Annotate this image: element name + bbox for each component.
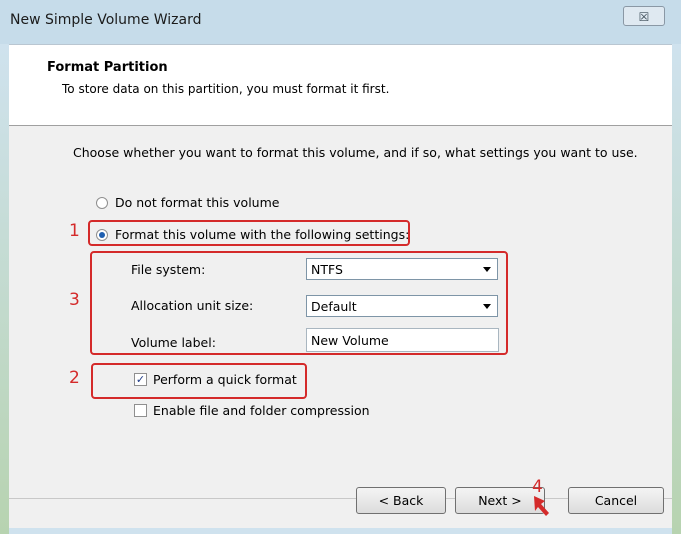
red-arrow-pointer-icon [534,496,549,516]
wizard-content: Format Partition To store data on this p… [9,44,672,528]
back-button[interactable]: < Back [356,487,446,514]
annotation-box-3 [90,251,508,355]
page-subtitle: To store data on this partition, you mus… [62,82,390,96]
annotation-box-1 [88,220,410,246]
title-bar: New Simple Volume Wizard ☒ [0,0,681,44]
close-button[interactable]: ☒ [623,6,665,26]
annotation-marker-2: 2 [69,368,80,388]
window-frame-left [0,44,9,534]
annotation-marker-3: 3 [69,290,80,310]
no-format-radio[interactable] [96,197,108,209]
cancel-button[interactable]: Cancel [568,487,664,514]
window-frame-right [672,44,681,534]
compression-label[interactable]: Enable file and folder compression [153,403,370,418]
page-title: Format Partition [47,60,168,75]
window-title: New Simple Volume Wizard [10,12,202,28]
wizard-header: Format Partition To store data on this p… [9,45,672,126]
annotation-marker-1: 1 [69,221,80,241]
close-icon: ☒ [638,10,650,24]
no-format-label[interactable]: Do not format this volume [115,195,279,210]
instruction-text: Choose whether you want to format this v… [73,145,638,160]
compression-checkbox[interactable] [134,404,147,417]
wizard-window: New Simple Volume Wizard ☒ Format Partit… [0,0,681,534]
annotation-box-2 [91,363,307,399]
